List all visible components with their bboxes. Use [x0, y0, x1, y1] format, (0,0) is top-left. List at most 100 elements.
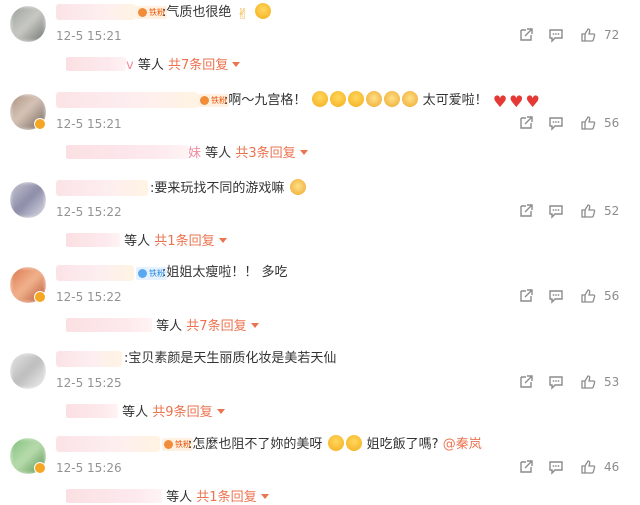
star-struck-emoji-icon [347, 91, 364, 107]
thumbs-up-icon[interactable] [580, 203, 596, 219]
verified-badge-icon [34, 462, 46, 474]
username-blurred[interactable] [56, 351, 122, 367]
share-icon[interactable] [518, 374, 534, 390]
thumbs-up-icon[interactable] [580, 115, 596, 131]
share-icon[interactable] [518, 203, 534, 219]
grinning-face-emoji-icon [255, 3, 272, 19]
mention-link[interactable]: @秦岚 [443, 437, 482, 452]
username-blurred[interactable] [56, 4, 136, 20]
comment-text: :姐姐太瘦啦！！ 多吃 [162, 264, 288, 282]
username-blurred[interactable] [56, 436, 160, 452]
comment-actions: 72 [518, 27, 630, 47]
like-count: 52 [604, 204, 620, 218]
reply-summary[interactable]: v 等人 共7条回复 [66, 54, 241, 73]
reply-count-link[interactable]: 共1条回复 [196, 490, 256, 505]
comment-actions: 46 [518, 459, 630, 479]
like-count: 56 [604, 289, 620, 303]
caret-down-icon [218, 238, 227, 243]
thumbs-up-icon[interactable] [580, 27, 596, 43]
like-count: 46 [604, 460, 620, 474]
thumbs-up-icon[interactable] [580, 288, 596, 304]
heart-eyes-emoji-icon [327, 435, 344, 451]
reply-user-blurred [66, 404, 118, 418]
comment-text-body: :姐姐太瘦啦！！ 多吃 [162, 265, 288, 280]
reply-user-blurred [66, 489, 162, 503]
comment-actions: 56 [518, 115, 630, 135]
comment-item: 铁粉 :气质也很绝 ✌ 12-5 15:21 72 v 等人 共7条回复 [0, 0, 640, 86]
star-struck-emoji-icon [329, 91, 346, 107]
reply-user-tail: 妹 [188, 146, 202, 161]
reply-who: 等人 [122, 405, 149, 420]
verified-badge-icon [34, 118, 46, 130]
reply-summary[interactable]: 等人 共1条回复 [66, 486, 269, 505]
like-count: 53 [604, 375, 620, 389]
reply-summary[interactable]: 等人 共1条回复 [66, 230, 227, 249]
comment-item: 铁粉 :怎麼也阻不了妳的美呀 姐吃飯了嗎? @秦岚 12-5 15:26 46 … [0, 432, 640, 505]
comment-text-tail: 太可爱啦！ [422, 93, 488, 108]
username-blurred[interactable] [56, 92, 198, 108]
comment-text-tail: 姐吃飯了嗎? [366, 437, 439, 452]
comment-icon[interactable] [548, 115, 564, 131]
thumbs-up-icon[interactable] [580, 459, 596, 475]
victory-hand-emoji-icon: ✌ [236, 5, 250, 23]
comment-time: 12-5 15:21 [56, 29, 122, 43]
reply-count-link[interactable]: 共7条回复 [186, 319, 246, 334]
cat-face-emoji-icon [289, 179, 306, 195]
share-icon[interactable] [518, 459, 534, 475]
comment-text: :啊～九宫格！ 太可爱啦！ ♥ ♥ ♥ [224, 91, 541, 110]
username-blurred[interactable] [56, 265, 134, 281]
reply-who: 等人 [124, 234, 151, 249]
share-icon[interactable] [518, 288, 534, 304]
star-struck-emoji-icon [311, 91, 328, 107]
comment-item: :宝贝素颜是天生丽质化妆是美若天仙 12-5 15:25 53 等人 共9条回复 [0, 347, 640, 433]
comment-time: 12-5 15:21 [56, 117, 122, 131]
comment-text: :宝贝素颜是天生丽质化妆是美若天仙 [124, 350, 336, 368]
caret-down-icon [216, 409, 225, 414]
share-icon[interactable] [518, 27, 534, 43]
reply-summary[interactable]: 妹 等人 共3条回复 [66, 142, 308, 161]
like-count: 56 [604, 116, 620, 130]
reply-user-blurred [66, 233, 120, 247]
comment-text-body: :气质也很绝 [162, 5, 232, 20]
thumbs-up-icon[interactable] [580, 374, 596, 390]
caret-down-icon [250, 323, 259, 328]
avatar[interactable] [10, 6, 46, 42]
comment-item: 铁粉 :啊～九宫格！ 太可爱啦！ ♥ ♥ ♥ 12-5 15:21 56 妹 等人 … [0, 88, 640, 174]
reply-summary[interactable]: 等人 共7条回复 [66, 315, 259, 334]
comment-item: :要来玩找不同的游戏嘛 12-5 15:22 52 等人 共1条回复 [0, 176, 640, 262]
verified-badge-icon [34, 291, 46, 303]
comment-icon[interactable] [548, 374, 564, 390]
red-heart-emoji-icon: ♥ [509, 92, 524, 111]
comment-text-body: :啊～九宫格！ [224, 93, 307, 108]
reply-who: 等人 [205, 146, 232, 161]
red-heart-emoji-icon: ♥ [525, 92, 540, 111]
heart-eyes-emoji-icon [345, 435, 362, 451]
reply-summary[interactable]: 等人 共9条回复 [66, 401, 225, 420]
reply-user-blurred [66, 57, 126, 71]
reply-who: 等人 [137, 58, 164, 73]
caret-down-icon [260, 494, 269, 499]
reply-who: 等人 [166, 490, 193, 505]
reply-count-link[interactable]: 共9条回复 [152, 405, 212, 420]
share-icon[interactable] [518, 115, 534, 131]
screaming-face-emoji-icon [401, 91, 418, 107]
reply-count-link[interactable]: 共3条回复 [235, 146, 295, 161]
reply-count-link[interactable]: 共1条回复 [154, 234, 214, 249]
comment-time: 12-5 15:22 [56, 205, 122, 219]
comment-icon[interactable] [548, 459, 564, 475]
comment-icon[interactable] [548, 203, 564, 219]
comment-text-body: :怎麼也阻不了妳的美呀 [188, 437, 323, 452]
comment-text: :气质也很绝 ✌ [162, 3, 272, 23]
like-count: 72 [604, 28, 620, 42]
avatar[interactable] [10, 353, 46, 389]
comment-icon[interactable] [548, 288, 564, 304]
username-blurred[interactable] [56, 180, 148, 196]
comment-icon[interactable] [548, 27, 564, 43]
caret-down-icon [232, 62, 241, 67]
caret-down-icon [299, 150, 308, 155]
red-heart-emoji-icon: ♥ [492, 92, 508, 111]
avatar[interactable] [10, 182, 46, 218]
reply-count-link[interactable]: 共7条回复 [168, 58, 228, 73]
comment-actions: 52 [518, 203, 630, 223]
reply-who: 等人 [156, 319, 183, 334]
